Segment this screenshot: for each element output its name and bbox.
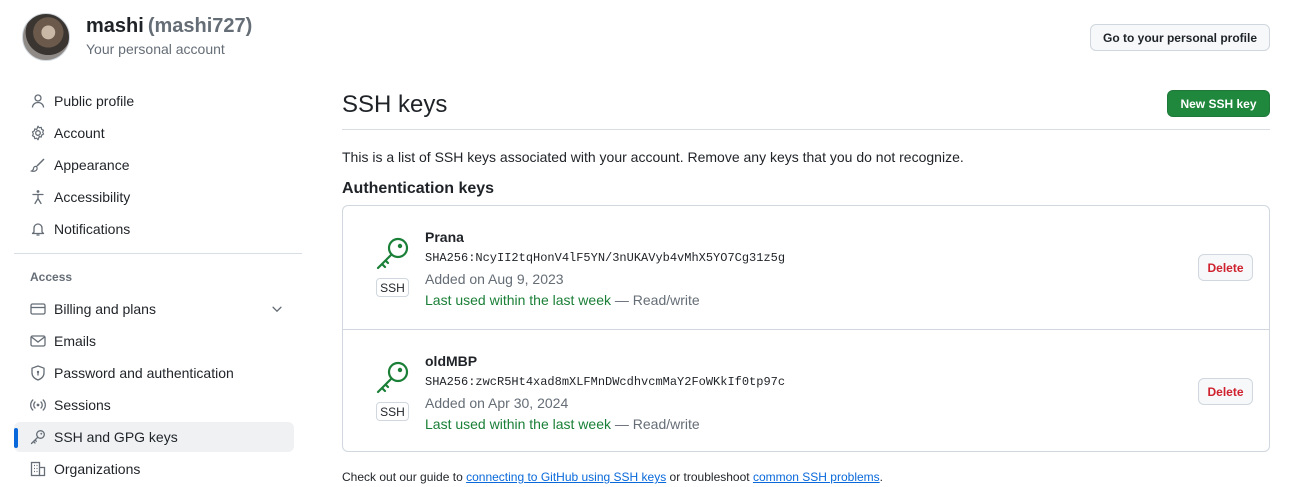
broadcast-icon bbox=[30, 399, 46, 411]
account-handle: (mashi727) bbox=[147, 15, 253, 37]
organization-icon bbox=[30, 461, 46, 477]
access-level: — Read/write bbox=[614, 416, 700, 432]
sidebar-item-sessions[interactable]: Sessions bbox=[14, 390, 294, 420]
footer-prefix: Check out our guide to bbox=[342, 470, 463, 484]
key-last-used: Last used within the last week — Read/wr… bbox=[425, 416, 700, 432]
accessibility-icon bbox=[32, 190, 44, 205]
key-row: SSH oldMBP SHA256:zwcR5Ht4xad8mXLFMnDWcd… bbox=[343, 329, 1269, 451]
last-used-text: Last used within the last week bbox=[425, 292, 611, 308]
sidebar-item-label: Emails bbox=[54, 333, 97, 349]
key-added-date: Added on Apr 30, 2024 bbox=[425, 395, 569, 411]
last-used-text: Last used within the last week bbox=[425, 416, 611, 432]
sidebar-item-label: Public profile bbox=[54, 93, 135, 109]
key-added-date: Added on Aug 9, 2023 bbox=[425, 271, 564, 287]
delete-key-button[interactable]: Delete bbox=[1198, 378, 1253, 405]
key-fingerprint: SHA256:NcyII2tqHonV4lF5YN/3nUKAVyb4vMhX5… bbox=[425, 251, 786, 265]
intro-text: This is a list of SSH keys associated wi… bbox=[342, 149, 964, 165]
paintbrush-icon bbox=[30, 158, 45, 172]
account-display-name: mashi bbox=[86, 15, 144, 37]
key-title: oldMBP bbox=[425, 353, 478, 369]
sidebar-item-billing[interactable]: Billing and plans bbox=[14, 294, 294, 324]
authentication-keys-heading: Authentication keys bbox=[342, 180, 495, 197]
key-icon bbox=[30, 430, 45, 445]
sidebar-item-notifications[interactable]: Notifications bbox=[14, 214, 294, 244]
key-fingerprint: SHA256:zwcR5Ht4xad8mXLFMnDWcdhvcmMaY2FoW… bbox=[425, 375, 786, 389]
chevron-down-icon[interactable] bbox=[270, 302, 284, 316]
account-subtitle: Your personal account bbox=[86, 41, 225, 57]
gear-icon bbox=[31, 125, 45, 141]
title-divider bbox=[342, 129, 1270, 130]
sidebar-divider bbox=[14, 253, 302, 254]
sidebar-item-label: Account bbox=[54, 125, 105, 141]
bell-icon bbox=[31, 223, 45, 236]
ssh-badge: SSH bbox=[376, 278, 409, 297]
footer-suffix: . bbox=[879, 470, 884, 484]
page-title: SSH keys bbox=[342, 91, 448, 118]
credit-card-icon bbox=[30, 303, 46, 315]
shield-lock-icon bbox=[31, 365, 45, 381]
sidebar-item-label: Notifications bbox=[54, 221, 131, 237]
key-icon bbox=[376, 361, 409, 394]
sidebar-item-label: Password and authentication bbox=[54, 365, 234, 381]
footer-middle: or troubleshoot bbox=[669, 470, 750, 484]
access-level: — Read/write bbox=[614, 292, 700, 308]
sidebar-item-accessibility[interactable]: Accessibility bbox=[14, 182, 294, 212]
sidebar-item-password-authentication[interactable]: Password and authentication bbox=[14, 358, 294, 388]
key-title: Prana bbox=[425, 229, 464, 245]
key-icon bbox=[376, 237, 409, 270]
avatar[interactable] bbox=[22, 13, 70, 61]
person-icon bbox=[31, 94, 45, 108]
account-name: mashi (mashi727) bbox=[86, 15, 252, 38]
sidebar-item-label: SSH and GPG keys bbox=[54, 429, 178, 445]
ssh-badge: SSH bbox=[376, 402, 409, 421]
ssh-guide-link[interactable]: connecting to GitHub using SSH keys bbox=[466, 470, 666, 484]
sidebar-item-account[interactable]: Account bbox=[14, 118, 294, 148]
sidebar-item-label: Accessibility bbox=[54, 189, 131, 205]
ssh-troubleshoot-link[interactable]: common SSH problems bbox=[753, 470, 880, 484]
sidebar-item-emails[interactable]: Emails bbox=[14, 326, 294, 356]
sidebar-item-ssh-gpg-keys[interactable]: SSH and GPG keys bbox=[14, 422, 294, 452]
footer-help-text: Check out our guide to connecting to Git… bbox=[342, 470, 883, 484]
delete-key-button[interactable]: Delete bbox=[1198, 254, 1253, 281]
mail-icon bbox=[30, 335, 46, 347]
sidebar-section-access: Access bbox=[30, 270, 73, 284]
go-to-profile-button[interactable]: Go to your personal profile bbox=[1090, 24, 1270, 51]
sidebar-item-appearance[interactable]: Appearance bbox=[14, 150, 294, 180]
key-last-used: Last used within the last week — Read/wr… bbox=[425, 292, 700, 308]
key-row: SSH Prana SHA256:NcyII2tqHonV4lF5YN/3nUK… bbox=[343, 206, 1269, 328]
sidebar-item-label: Sessions bbox=[54, 397, 111, 413]
sidebar-item-public-profile[interactable]: Public profile bbox=[14, 86, 294, 116]
keys-list: SSH Prana SHA256:NcyII2tqHonV4lF5YN/3nUK… bbox=[342, 205, 1270, 452]
sidebar-item-organizations[interactable]: Organizations bbox=[14, 454, 294, 484]
sidebar-item-label: Billing and plans bbox=[54, 301, 156, 317]
new-ssh-key-button[interactable]: New SSH key bbox=[1167, 90, 1270, 117]
sidebar-item-label: Organizations bbox=[54, 461, 141, 477]
sidebar-item-label: Appearance bbox=[54, 157, 130, 173]
